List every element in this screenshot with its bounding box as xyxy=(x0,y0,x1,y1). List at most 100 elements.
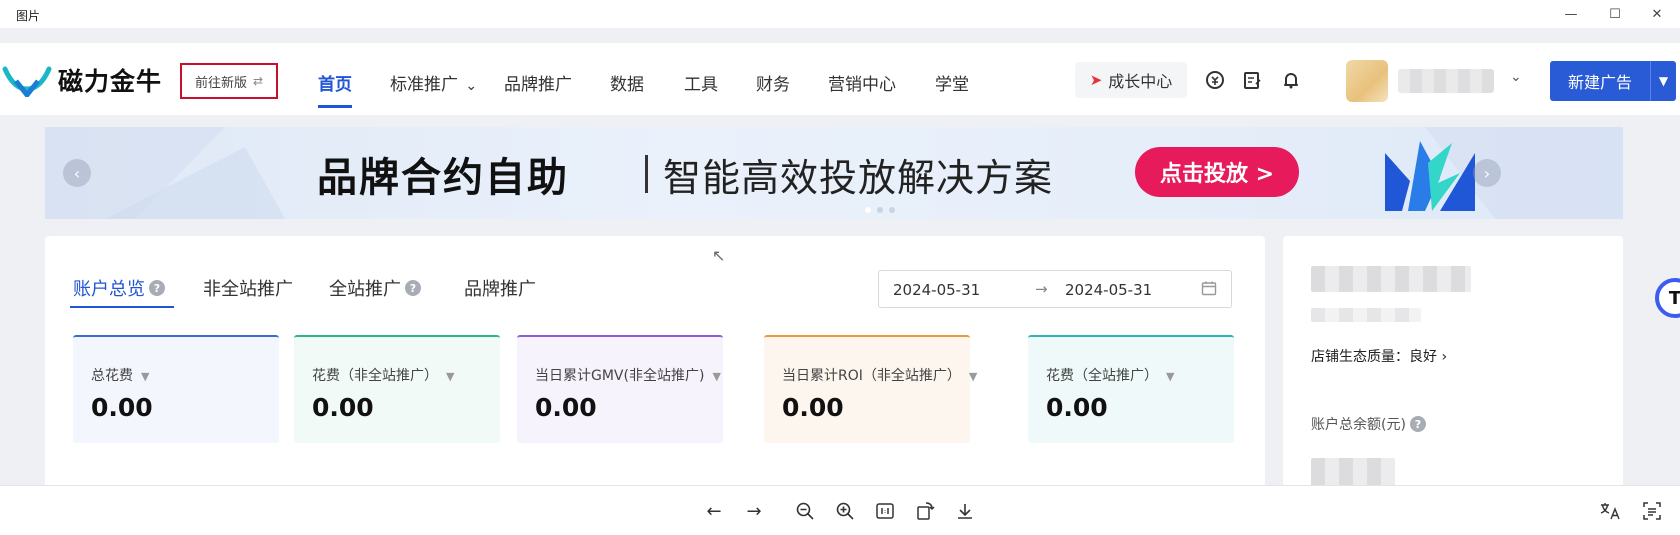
help-icon[interactable]: ? xyxy=(149,280,165,296)
nav-standard-promotion-label: 标准推广 xyxy=(390,75,458,95)
previous-image-icon[interactable]: ← xyxy=(702,499,726,523)
nav-data[interactable]: 数据 xyxy=(610,70,644,95)
metric-value: 0.00 xyxy=(782,393,844,422)
close-button[interactable]: ✕ xyxy=(1640,3,1674,25)
new-ad-dropdown-icon[interactable]: ▼ xyxy=(1651,74,1676,88)
banner-dot[interactable] xyxy=(889,207,895,213)
metric-label-text: 花费（非全站推广） xyxy=(312,368,438,384)
tab-non-site-promotion[interactable]: 非全站推广 xyxy=(203,275,293,301)
banner-pagination xyxy=(865,207,895,213)
swap-icon: ⇄ xyxy=(252,74,264,88)
avatar[interactable] xyxy=(1346,60,1388,102)
nav-academy[interactable]: 学堂 xyxy=(935,70,969,95)
nav-standard-promotion[interactable]: 标准推广 ⌄ xyxy=(390,70,477,95)
metric-label[interactable]: 当日累计GMV(非全站推广) ▼ xyxy=(535,365,721,385)
account-info-card: 店铺生态质量：良好 › 账户总余额(元) ? xyxy=(1283,236,1623,485)
caret-down-icon: ▼ xyxy=(968,370,978,383)
actual-size-icon[interactable] xyxy=(873,499,897,523)
calendar-icon[interactable] xyxy=(1201,280,1217,300)
metric-label[interactable]: 当日累计ROI（非全站推广） ▼ xyxy=(782,365,977,385)
metric-value: 0.00 xyxy=(535,393,597,422)
image-viewer-toolbar: ← → xyxy=(0,485,1680,535)
brand-crown-icon xyxy=(1385,141,1475,211)
next-image-icon[interactable]: → xyxy=(742,499,766,523)
balance-label: 账户总余额(元) xyxy=(1311,417,1406,433)
tab-site-promotion[interactable]: 全站推广 ? xyxy=(329,275,421,301)
metric-value: 0.00 xyxy=(1046,393,1108,422)
minimize-button[interactable]: — xyxy=(1554,3,1588,25)
new-ad-button[interactable]: 新建广告 ▼ xyxy=(1550,61,1676,101)
date-start[interactable]: 2024-05-31 xyxy=(893,281,980,299)
floating-assistant-button[interactable]: T xyxy=(1655,278,1680,318)
zoom-in-icon[interactable] xyxy=(833,499,857,523)
metric-label[interactable]: 花费（非全站推广） ▼ xyxy=(312,365,454,385)
metric-value: 0.00 xyxy=(312,393,374,422)
caret-down-icon: ▼ xyxy=(1166,370,1175,383)
banner-prev-button[interactable]: ‹ xyxy=(63,159,91,187)
banner-dot[interactable] xyxy=(877,207,883,213)
banner-subline: 智能高效投放解决方案 xyxy=(663,156,1054,200)
tab-brand-promotion[interactable]: 品牌推广 xyxy=(464,275,536,301)
nav-finance[interactable]: 财务 xyxy=(756,70,790,95)
app-viewport: 磁力金牛 前往新版 ⇄ 首页 标准推广 ⌄ 品牌推广 数据 工具 财务 营销中心… xyxy=(0,28,1680,485)
notes-icon[interactable] xyxy=(1241,69,1263,91)
nav-brand-promotion[interactable]: 品牌推广 xyxy=(504,70,572,95)
paper-plane-icon: ➤ xyxy=(1089,71,1103,89)
shop-name-blurred xyxy=(1311,266,1471,292)
banner-next-button[interactable]: › xyxy=(1473,159,1501,187)
brand-logo[interactable]: 磁力金牛 xyxy=(2,62,162,98)
growth-center-button[interactable]: ➤ 成长中心 xyxy=(1075,62,1187,98)
account-overview-card: 账户总览 ? 非全站推广 全站推广 ? 品牌推广 2024-05-31 → 20… xyxy=(45,236,1265,485)
metric-label[interactable]: 花费（全站推广） ▼ xyxy=(1046,365,1174,385)
bell-icon[interactable] xyxy=(1280,69,1302,91)
banner-dot[interactable] xyxy=(865,207,871,213)
date-range-picker[interactable]: 2024-05-31 → 2024-05-31 xyxy=(878,270,1232,308)
text-recognition-icon[interactable] xyxy=(1640,499,1664,523)
bull-logo-icon xyxy=(2,66,52,97)
caret-down-icon: ▼ xyxy=(141,370,150,383)
coin-icon[interactable] xyxy=(1204,69,1226,91)
metric-value: 0.00 xyxy=(91,393,153,422)
maximize-button[interactable]: ☐ xyxy=(1598,3,1632,25)
tab-site-promotion-label: 全站推广 xyxy=(329,279,401,300)
account-menu-chevron-icon[interactable]: ⌄ xyxy=(1510,69,1522,85)
window-titlebar: 图片 — ☐ ✕ xyxy=(0,0,1680,28)
nav-tools[interactable]: 工具 xyxy=(684,70,718,95)
rotate-icon[interactable] xyxy=(913,499,937,523)
promo-banner[interactable]: ‹ 品牌合约自助 智能高效投放解决方案 点击投放 > › xyxy=(45,127,1623,219)
growth-center-label: 成长中心 xyxy=(1108,72,1173,91)
zoom-out-icon[interactable] xyxy=(793,499,817,523)
help-icon[interactable]: ? xyxy=(405,280,421,296)
brand-name: 磁力金牛 xyxy=(58,67,163,96)
nav-marketing-center[interactable]: 营销中心 xyxy=(828,70,896,95)
metric-card-roi-non-site[interactable]: 当日累计ROI（非全站推广） ▼ 0.00 xyxy=(764,335,977,443)
arrow-right-icon: → xyxy=(1035,280,1048,298)
chevron-down-icon: ⌄ xyxy=(465,78,478,94)
tab-account-overview[interactable]: 账户总览 ? xyxy=(73,275,165,301)
metric-label[interactable]: 总花费 ▼ xyxy=(91,365,149,385)
metric-card-spend-non-site[interactable]: 花费（非全站推广） ▼ 0.00 xyxy=(294,335,500,443)
new-version-button[interactable]: 前往新版 ⇄ xyxy=(180,63,278,99)
balance-label-row: 账户总余额(元) ? xyxy=(1311,414,1426,434)
help-icon[interactable]: ? xyxy=(1409,416,1426,432)
eco-quality-link[interactable]: 店铺生态质量：良好 › xyxy=(1311,346,1447,366)
tab-active-indicator xyxy=(70,306,174,308)
download-icon[interactable] xyxy=(953,499,977,523)
date-end[interactable]: 2024-05-31 xyxy=(1065,281,1152,299)
caret-down-icon: ▼ xyxy=(446,370,455,383)
nav-home[interactable]: 首页 xyxy=(318,70,352,95)
metric-card-spend-site[interactable]: 花费（全站推广） ▼ 0.00 xyxy=(1028,335,1234,443)
top-navbar: 磁力金牛 前往新版 ⇄ 首页 标准推广 ⌄ 品牌推广 数据 工具 财务 营销中心… xyxy=(0,43,1680,115)
metric-label-text: 花费（全站推广） xyxy=(1046,368,1158,384)
banner-separator xyxy=(645,155,648,193)
mouse-cursor-icon: ↖ xyxy=(712,246,726,265)
shop-id-blurred xyxy=(1311,308,1421,322)
metric-card-total-spend[interactable]: 总花费 ▼ 0.00 xyxy=(73,335,279,443)
translate-icon[interactable] xyxy=(1598,499,1622,523)
metric-label-text: 当日累计ROI（非全站推广） xyxy=(782,368,961,384)
metric-card-gmv-non-site[interactable]: 当日累计GMV(非全站推广) ▼ 0.00 xyxy=(517,335,723,443)
banner-cta-button[interactable]: 点击投放 > xyxy=(1135,147,1299,197)
nav-active-indicator xyxy=(318,105,352,108)
tab-account-overview-label: 账户总览 xyxy=(73,279,145,300)
balance-value-blurred xyxy=(1311,458,1395,485)
